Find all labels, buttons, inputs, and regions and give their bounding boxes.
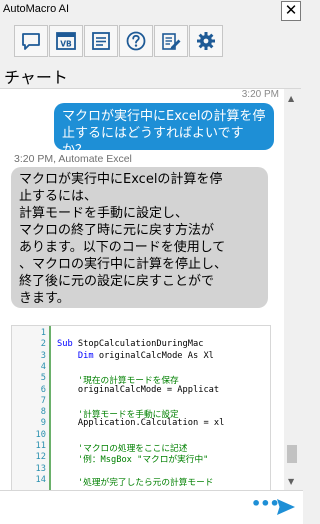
code-content: originalCalcMode As Xl — [98, 350, 214, 361]
assistant-message-line: マクロの終了時に元に戻す方法が — [19, 223, 215, 238]
code-comment: '処理が完了したら元の計算モード — [57, 477, 214, 488]
code-line: 5 '現在の計算モードを保存 — [12, 373, 270, 386]
close-button[interactable]: ✕ — [281, 1, 301, 21]
settings-button[interactable] — [189, 25, 223, 57]
message-input[interactable] — [6, 498, 210, 518]
send-icon[interactable] — [275, 497, 297, 517]
code-text: originalCalcMode = Applicat — [57, 385, 219, 395]
toolbar: VB — [0, 22, 303, 60]
help-button[interactable] — [119, 25, 153, 57]
scroll-down-arrow-icon[interactable]: ▼ — [288, 477, 294, 486]
code-text: Dim originalCalcMode As Xl — [57, 351, 214, 361]
line-number: 7 — [40, 395, 46, 406]
code-line: 9 Application.Calculation = xl — [12, 418, 270, 429]
chat-icon — [22, 33, 40, 50]
vb-icon: VB — [56, 32, 76, 50]
message-timestamp: 3:20 PM — [241, 89, 279, 100]
code-line: 1 — [12, 328, 270, 339]
chat-panel[interactable]: 3:20 PM マクロが実行中にExcelの計算を停 止するにはどうすればよいで… — [0, 88, 301, 492]
assistant-message-line: あります。以下のコードを使用して — [19, 240, 226, 255]
document-icon — [92, 32, 110, 50]
user-message-bubble: マクロが実行中にExcelの計算を停 止するにはどうすればよいですか？ — [54, 103, 274, 158]
code-line: 14 '処理が完了したら元の計算モード — [12, 474, 270, 488]
window-title: AutoMacro AI — [3, 3, 70, 15]
input-bar: ••• — [0, 490, 303, 524]
code-line: 7 — [12, 396, 270, 407]
code-line: 10 — [12, 430, 270, 441]
user-message-line: マクロが実行中にExcelの計算を停 — [62, 109, 266, 124]
assistant-message-line: 、マクロの実行中に計算を停止し、 — [19, 257, 228, 272]
title-bar: AutoMacro AI ✕ — [0, 0, 303, 23]
svg-text:VB: VB — [60, 40, 72, 49]
line-number: 4 — [40, 361, 46, 372]
code-line: 3 Dim originalCalcMode As Xl — [12, 351, 270, 362]
code-keyword: Sub — [57, 339, 78, 350]
code-text: '処理が完了したら元の計算モード — [57, 475, 214, 488]
line-number: 5 — [40, 373, 46, 384]
line-number: 8 — [40, 407, 46, 418]
assistant-message-line: 計算モードを手動に設定し、 — [19, 206, 189, 221]
assistant-message-line: きます。 — [19, 291, 70, 306]
code-block[interactable]: 1 2 Sub StopCalculationDuringMac 3 Dim orig… — [11, 325, 271, 491]
code-text: Application.Calculation = xl — [57, 418, 224, 428]
line-number: 3 — [40, 350, 46, 361]
chat-button[interactable] — [14, 25, 48, 57]
code-content: StopCalculationDuringMac — [77, 339, 204, 350]
code-line: 4 — [12, 362, 270, 373]
line-number: 6 — [40, 384, 46, 395]
line-number: 12 — [35, 452, 46, 463]
chat-scrollbar[interactable]: ▲ ▼ — [284, 89, 301, 491]
line-number: 9 — [40, 418, 46, 429]
line-number: 11 — [35, 441, 46, 451]
edit-checklist-icon — [162, 33, 181, 50]
document-button[interactable] — [84, 25, 118, 57]
code-keyword: Dim — [57, 350, 99, 361]
code-line: 8 '計算モードを手動に設定 — [12, 407, 270, 420]
line-number: 14 — [35, 474, 46, 485]
scrollbar-thumb[interactable] — [287, 445, 297, 463]
message-timestamp: 3:20 PM, Automate Excel — [14, 153, 132, 165]
code-line: 2 Sub StopCalculationDuringMac — [12, 339, 270, 350]
assistant-message-line: 止するには、 — [19, 189, 98, 204]
assistant-message-line: 終了後に元の設定に戻すことがで — [19, 274, 215, 289]
code-text: Sub StopCalculationDuringMac — [57, 339, 203, 349]
line-number: 2 — [40, 339, 46, 350]
scroll-up-arrow-icon[interactable]: ▲ — [288, 94, 294, 103]
code-line: 6 originalCalcMode = Applicat — [12, 385, 270, 396]
line-number: 13 — [35, 463, 46, 474]
line-number: 10 — [35, 429, 46, 440]
code-content: originalCalcMode = Applicat — [57, 384, 220, 395]
assistant-message-bubble: マクロが実行中にExcelの計算を停 止するには、 計算モードを手動に設定し、 … — [11, 167, 268, 308]
assistant-message-line: マクロが実行中にExcelの計算を停 — [19, 172, 223, 187]
line-number: 1 — [40, 328, 46, 338]
help-icon — [126, 31, 146, 51]
edit-checklist-button[interactable] — [154, 25, 188, 57]
code-line: 11 'マクロの処理をここに記述 — [12, 441, 270, 454]
vb-editor-button[interactable]: VB — [49, 25, 83, 57]
code-line: 13 — [12, 464, 270, 475]
code-content: Application.Calculation = xl — [57, 418, 225, 429]
page-title: チャート — [4, 68, 68, 87]
gear-icon — [197, 32, 215, 50]
code-line: 12 '例：MsgBox "マクロが実行中" — [12, 452, 270, 465]
